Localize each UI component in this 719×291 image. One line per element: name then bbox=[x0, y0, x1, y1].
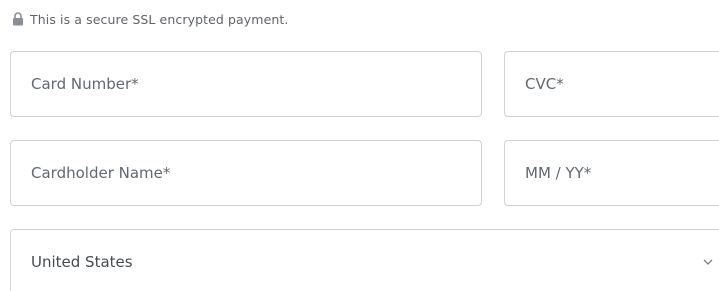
country-select[interactable]: United States bbox=[10, 229, 719, 291]
payment-form: This is a secure SSL encrypted payment. … bbox=[0, 0, 719, 291]
expiry-input[interactable] bbox=[525, 141, 719, 205]
cardholder-name-input[interactable] bbox=[31, 141, 481, 205]
card-number-input[interactable] bbox=[31, 52, 481, 116]
chevron-down-icon[interactable] bbox=[703, 258, 713, 266]
country-selected-value: United States bbox=[31, 253, 133, 271]
secure-note-text: This is a secure SSL encrypted payment. bbox=[30, 11, 289, 27]
expiry-field[interactable] bbox=[504, 140, 719, 206]
cvc-field[interactable] bbox=[504, 51, 719, 117]
cardholder-name-field[interactable] bbox=[10, 140, 482, 206]
card-number-field[interactable] bbox=[10, 51, 482, 117]
secure-payment-note: This is a secure SSL encrypted payment. bbox=[12, 10, 288, 28]
lock-icon bbox=[13, 12, 23, 26]
cvc-input[interactable] bbox=[525, 52, 719, 116]
